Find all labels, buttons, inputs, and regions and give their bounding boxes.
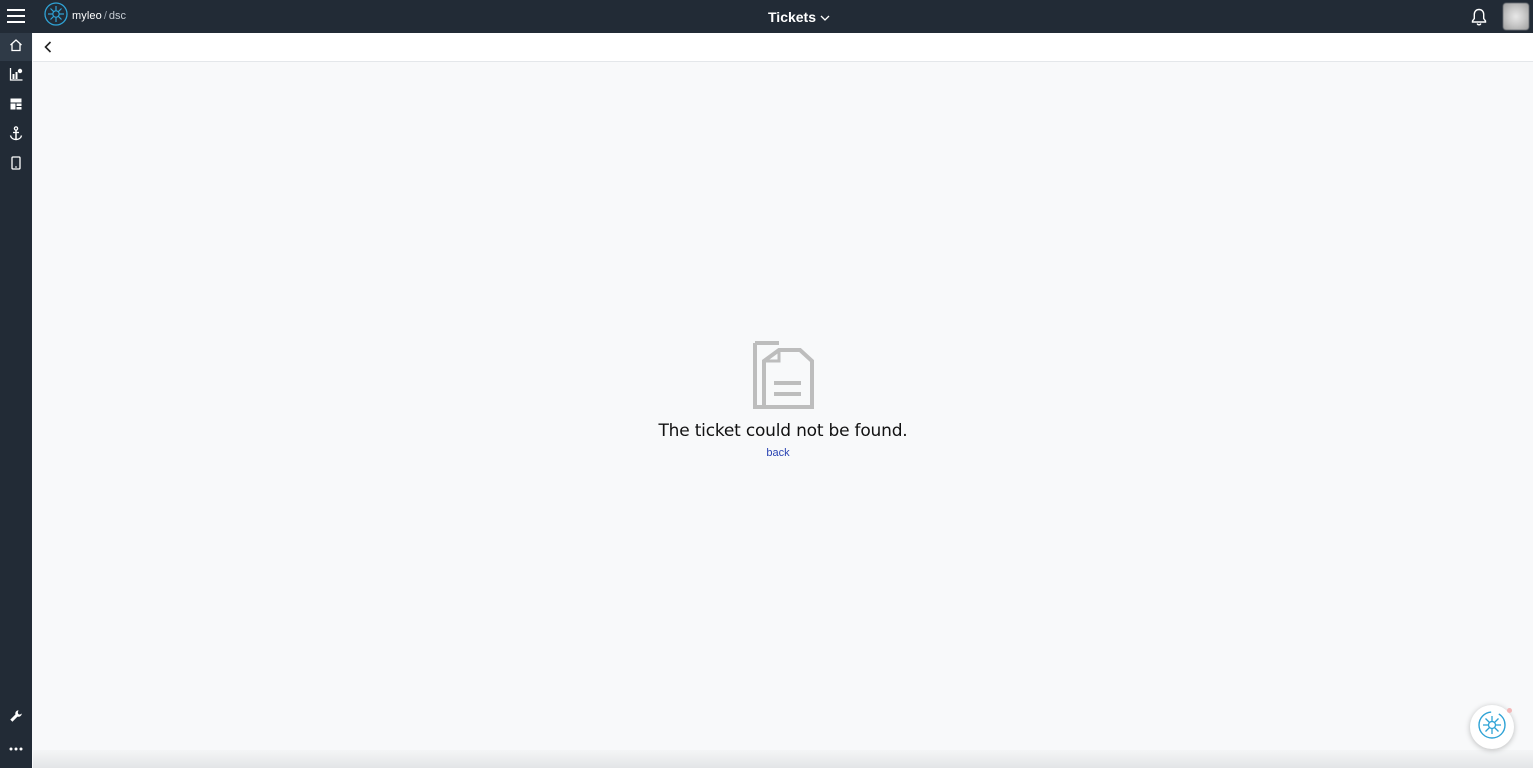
document-icon xyxy=(751,339,815,409)
hamburger-menu-icon[interactable] xyxy=(4,4,28,28)
sidebar-item-more[interactable] xyxy=(0,733,32,761)
module-switcher-button[interactable]: Tickets xyxy=(768,9,830,25)
notification-dot xyxy=(1507,708,1512,713)
sidebar xyxy=(0,33,32,768)
bottom-scroll-shade xyxy=(33,750,1533,768)
mobile-icon xyxy=(11,155,21,175)
chevron-down-icon xyxy=(820,9,830,25)
assistant-button[interactable] xyxy=(1470,705,1514,749)
sidebar-item-home[interactable] xyxy=(0,33,32,61)
logo-environment-text: dsc xyxy=(108,10,127,22)
back-chevron-icon[interactable] xyxy=(39,38,57,56)
logo-icon xyxy=(44,1,68,31)
home-icon xyxy=(9,38,23,57)
not-found-message: The ticket could not be found. xyxy=(658,421,908,441)
sidebar-item-dashboard[interactable] xyxy=(0,92,32,120)
logo-separator: / xyxy=(103,10,107,22)
empty-state: The ticket could not be found. back xyxy=(33,339,1533,459)
sidebar-item-mobile[interactable] xyxy=(0,151,32,179)
module-title: Tickets xyxy=(768,8,816,25)
sidebar-item-tools[interactable] xyxy=(0,704,32,732)
chart-icon xyxy=(9,67,23,86)
main-content: The ticket could not be found. back xyxy=(33,62,1533,750)
back-link[interactable]: back xyxy=(766,447,789,459)
module-title-wrapper: Tickets xyxy=(0,0,1533,33)
anchor-icon xyxy=(9,126,23,146)
more-icon xyxy=(9,738,23,756)
sub-header-bar xyxy=(33,33,1533,62)
sidebar-item-anchor[interactable] xyxy=(0,122,32,150)
sidebar-item-reports[interactable] xyxy=(0,62,32,90)
wrench-icon xyxy=(9,709,23,728)
assistant-logo-icon xyxy=(1477,710,1507,745)
top-bar: myleo / dsc Tickets xyxy=(0,0,1533,33)
app-logo[interactable]: myleo / dsc xyxy=(44,1,127,31)
dashboard-icon xyxy=(9,97,23,116)
notifications-bell-icon[interactable] xyxy=(1469,6,1489,28)
user-avatar[interactable] xyxy=(1503,3,1529,30)
logo-brand-text: myleo xyxy=(72,10,102,22)
